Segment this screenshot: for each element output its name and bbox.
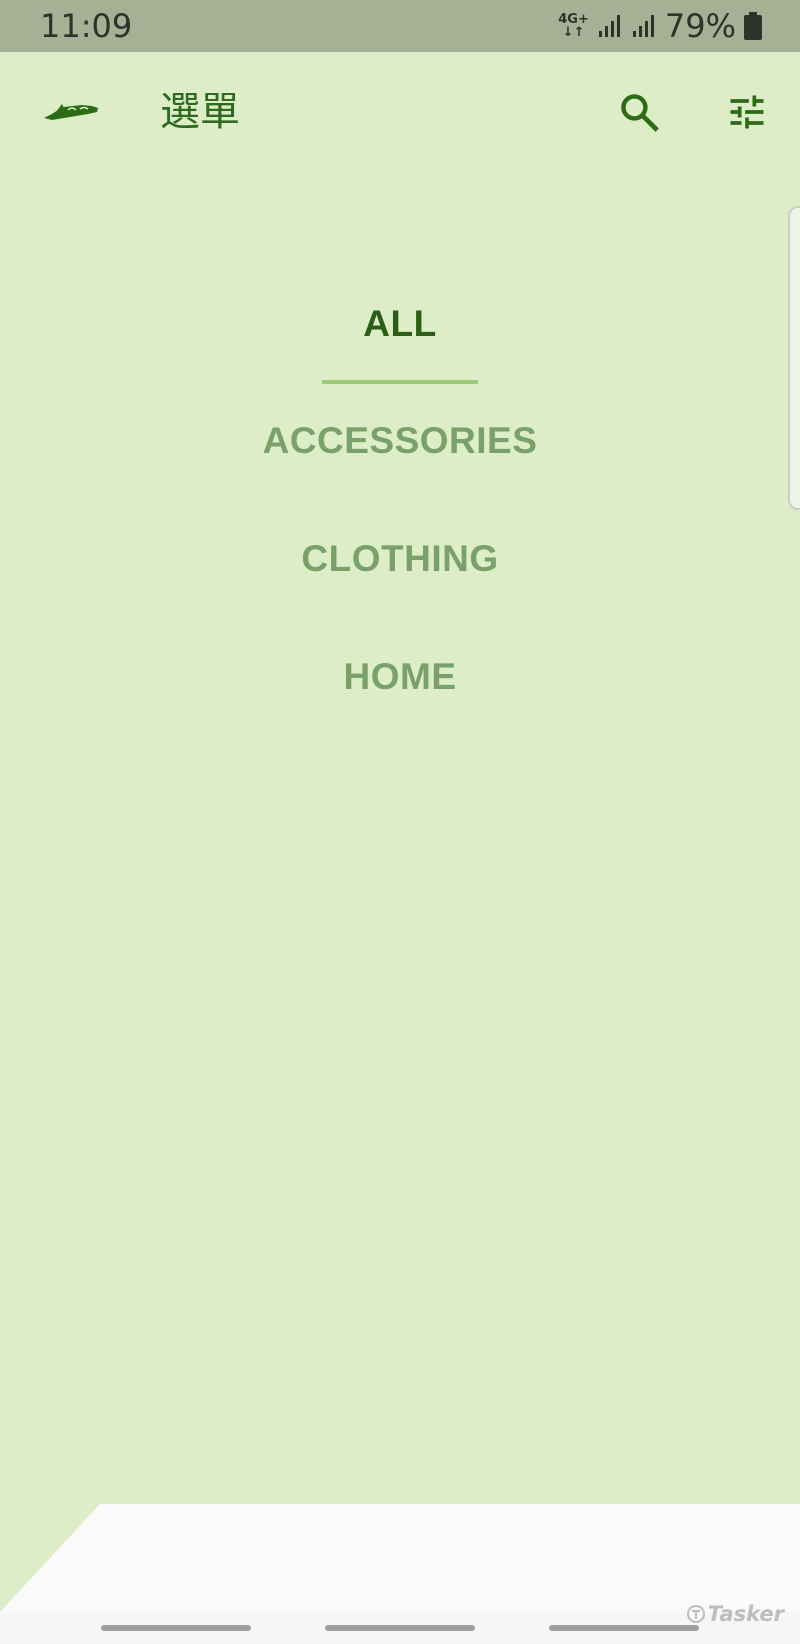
status-time: 11:09 — [40, 7, 133, 45]
search-icon — [621, 94, 659, 132]
nav-recents-button[interactable] — [101, 1625, 251, 1631]
battery-percent: 79% — [664, 7, 736, 45]
brand-logo-icon[interactable] — [42, 98, 100, 124]
nav-home-button[interactable] — [325, 1625, 475, 1631]
signal-icon — [632, 15, 654, 37]
screen: 11:09 4G+ ↓↑ 79% 選單 ALL ACCESSORIES CLOT… — [0, 0, 800, 1644]
status-icons: 4G+ ↓↑ 79% — [558, 6, 762, 46]
network-type-indicator: 4G+ ↓↑ — [558, 13, 589, 39]
search-button[interactable] — [611, 84, 667, 140]
tasker-logo-icon — [686, 1605, 705, 1623]
network-arrows: ↓↑ — [562, 25, 585, 40]
system-nav-bar — [0, 1612, 800, 1644]
tune-icon — [730, 95, 764, 129]
filter-button[interactable] — [719, 84, 775, 140]
app-bar: 選單 — [0, 52, 800, 178]
status-bar: 11:09 4G+ ↓↑ 79% — [0, 0, 800, 52]
active-tab-indicator — [322, 380, 478, 384]
category-item-home[interactable]: HOME — [0, 637, 800, 717]
category-item-clothing[interactable]: CLOTHING — [0, 519, 800, 599]
battery-icon — [744, 12, 762, 40]
signal-icon — [598, 15, 620, 37]
category-item-all[interactable]: ALL — [0, 284, 800, 364]
bottom-sheet[interactable] — [0, 1504, 800, 1612]
tasker-watermark: Tasker — [686, 1602, 784, 1626]
watermark-text: Tasker — [707, 1602, 784, 1626]
nav-back-button[interactable] — [549, 1625, 699, 1631]
page-title: 選單 — [160, 89, 240, 135]
category-item-accessories[interactable]: ACCESSORIES — [0, 401, 800, 481]
